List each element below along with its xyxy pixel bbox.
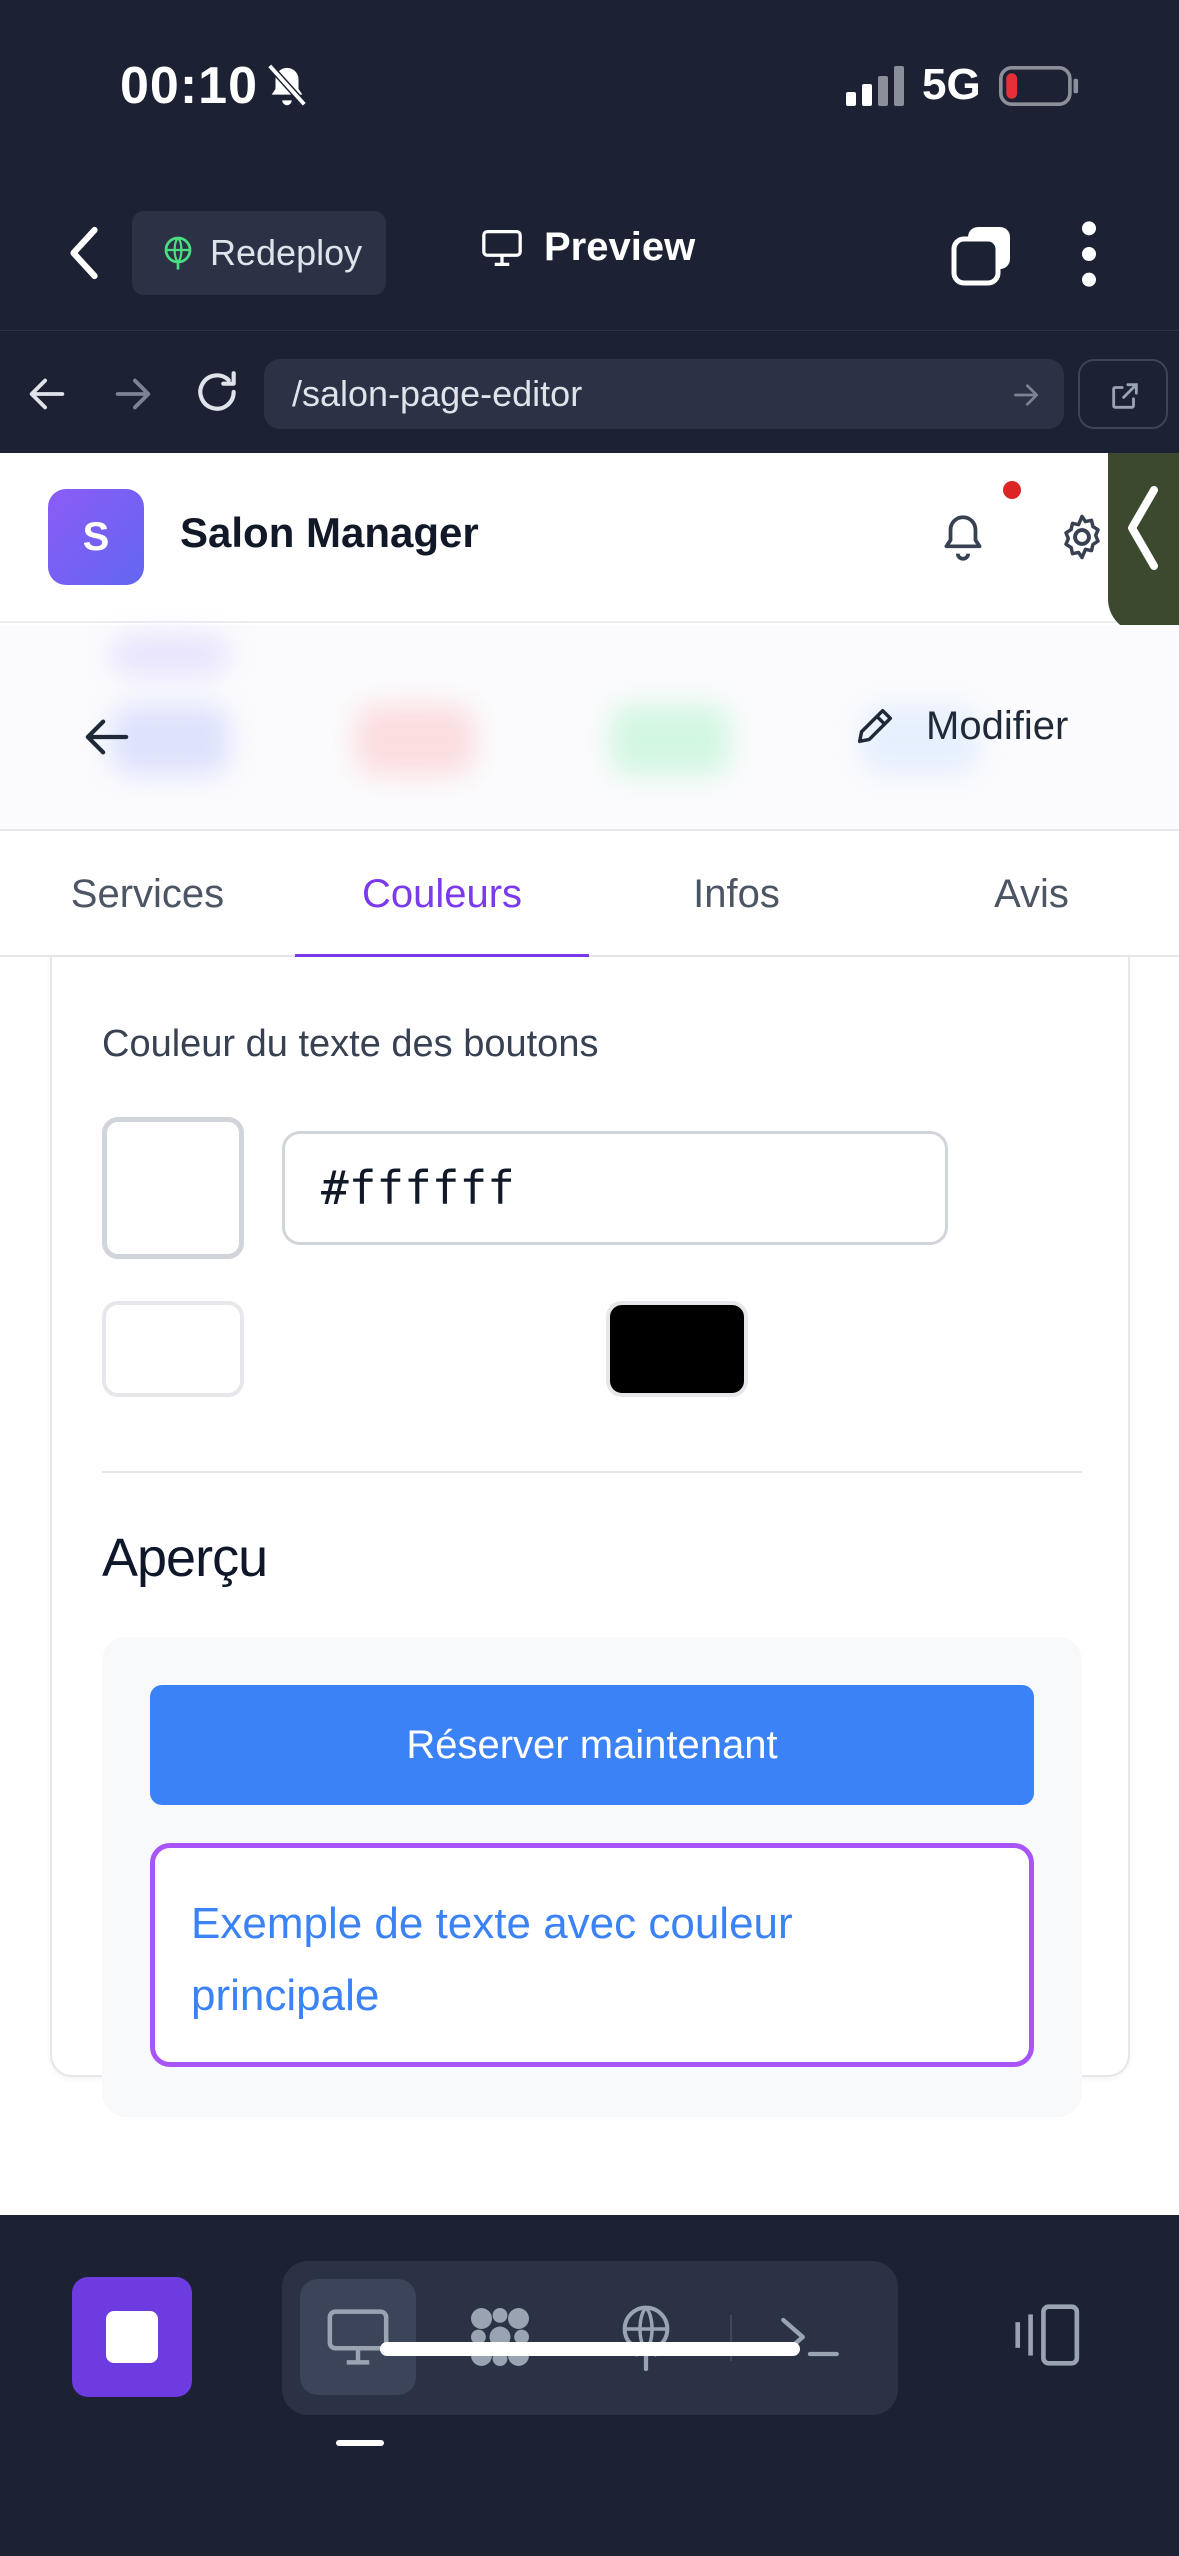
dock-tool-group xyxy=(282,2261,898,2415)
preview-toggle[interactable]: Preview xyxy=(480,225,695,270)
side-panel-handle[interactable] xyxy=(1108,453,1179,633)
url-field[interactable]: /salon-page-editor xyxy=(264,359,1064,429)
bell-off-icon xyxy=(267,63,307,107)
gear-icon[interactable] xyxy=(1056,511,1108,563)
tab-services[interactable]: Services xyxy=(0,831,295,957)
network-type: 5G xyxy=(922,60,981,109)
pencil-icon xyxy=(857,708,893,744)
signal-icon xyxy=(846,66,904,106)
tab-couleurs[interactable]: Couleurs xyxy=(295,831,589,959)
blurred-background xyxy=(355,705,475,775)
notification-dot xyxy=(1003,481,1021,499)
go-arrow-icon[interactable] xyxy=(1010,379,1042,411)
stop-icon xyxy=(106,2311,158,2363)
chevron-left-icon xyxy=(1128,486,1158,570)
preset-swatch-black[interactable] xyxy=(606,1301,748,1397)
open-external-button[interactable] xyxy=(1078,359,1168,429)
deploy-icon xyxy=(164,236,192,270)
reload-icon[interactable] xyxy=(192,367,242,417)
arrow-left-icon[interactable] xyxy=(24,371,70,417)
blurred-background xyxy=(110,635,230,675)
dock-shell-button[interactable] xyxy=(752,2279,868,2395)
external-link-icon xyxy=(1112,383,1138,409)
colors-card: Couleur du texte des boutons #ffffff Ape… xyxy=(50,957,1130,2117)
color-picker-swatch[interactable] xyxy=(102,1117,244,1259)
dock-deploy-button[interactable] xyxy=(588,2279,704,2395)
stop-button[interactable] xyxy=(72,2277,192,2397)
deploy-icon xyxy=(622,2305,670,2372)
status-time: 00:10 xyxy=(120,57,258,115)
dock-active-indicator xyxy=(336,2440,384,2446)
edit-button[interactable]: Modifier xyxy=(852,703,1068,749)
battery-icon xyxy=(998,66,1079,106)
redeploy-button[interactable]: Redeploy xyxy=(132,211,386,295)
browser-bar: /salon-page-editor xyxy=(0,330,1179,453)
monitor-icon xyxy=(482,229,522,266)
button-text-color-label: Couleur du texte des boutons xyxy=(102,1023,599,1065)
preview-box: Réserver maintenant Exemple de texte ave… xyxy=(102,1637,1082,2117)
home-indicator xyxy=(380,2342,800,2356)
app-header: S Salon Manager xyxy=(0,453,1179,633)
hex-color-input[interactable]: #ffffff xyxy=(282,1131,948,1245)
url-text: /salon-page-editor xyxy=(292,373,583,414)
tab-bar: Services Couleurs Infos Avis xyxy=(0,829,1179,959)
preview-title: Aperçu xyxy=(102,1528,268,1588)
blurred-background xyxy=(610,705,730,775)
bottom-dock xyxy=(0,2215,1179,2556)
tab-avis[interactable]: Avis xyxy=(884,831,1179,957)
app-title: Salon Manager xyxy=(180,509,479,556)
more-options-icon[interactable] xyxy=(1072,219,1106,289)
arrow-right-icon[interactable] xyxy=(110,371,156,417)
bell-icon[interactable] xyxy=(938,511,988,565)
apps-grid-icon xyxy=(471,2308,529,2366)
preview-label: Preview xyxy=(544,225,696,269)
status-bar: 00:10 5G xyxy=(0,0,1179,175)
panel-toggle-icon[interactable] xyxy=(1010,2303,1082,2367)
monitor-icon xyxy=(327,2309,389,2365)
dock-apps-button[interactable] xyxy=(442,2279,558,2395)
arrow-left-icon[interactable] xyxy=(84,717,130,757)
app-logo: S xyxy=(48,489,144,585)
divider xyxy=(102,1471,1082,1473)
preset-swatch-white[interactable] xyxy=(102,1301,244,1397)
editor-subheader: Modifier xyxy=(0,625,1179,831)
edit-label: Modifier xyxy=(926,703,1069,748)
book-now-button[interactable]: Réserver maintenant xyxy=(150,1685,1034,1805)
tabs-icon[interactable] xyxy=(950,223,1014,287)
app-viewport: S Salon Manager Modifier Services Couleu… xyxy=(0,453,1179,2215)
redeploy-label: Redeploy xyxy=(210,232,363,273)
sample-text-box: Exemple de texte avec couleur principale xyxy=(150,1843,1034,2067)
chevron-left-icon[interactable] xyxy=(62,223,108,283)
dock-preview-button[interactable] xyxy=(300,2279,416,2395)
workspace-topbar: Redeploy Preview xyxy=(0,175,1179,330)
tab-infos[interactable]: Infos xyxy=(589,831,884,957)
